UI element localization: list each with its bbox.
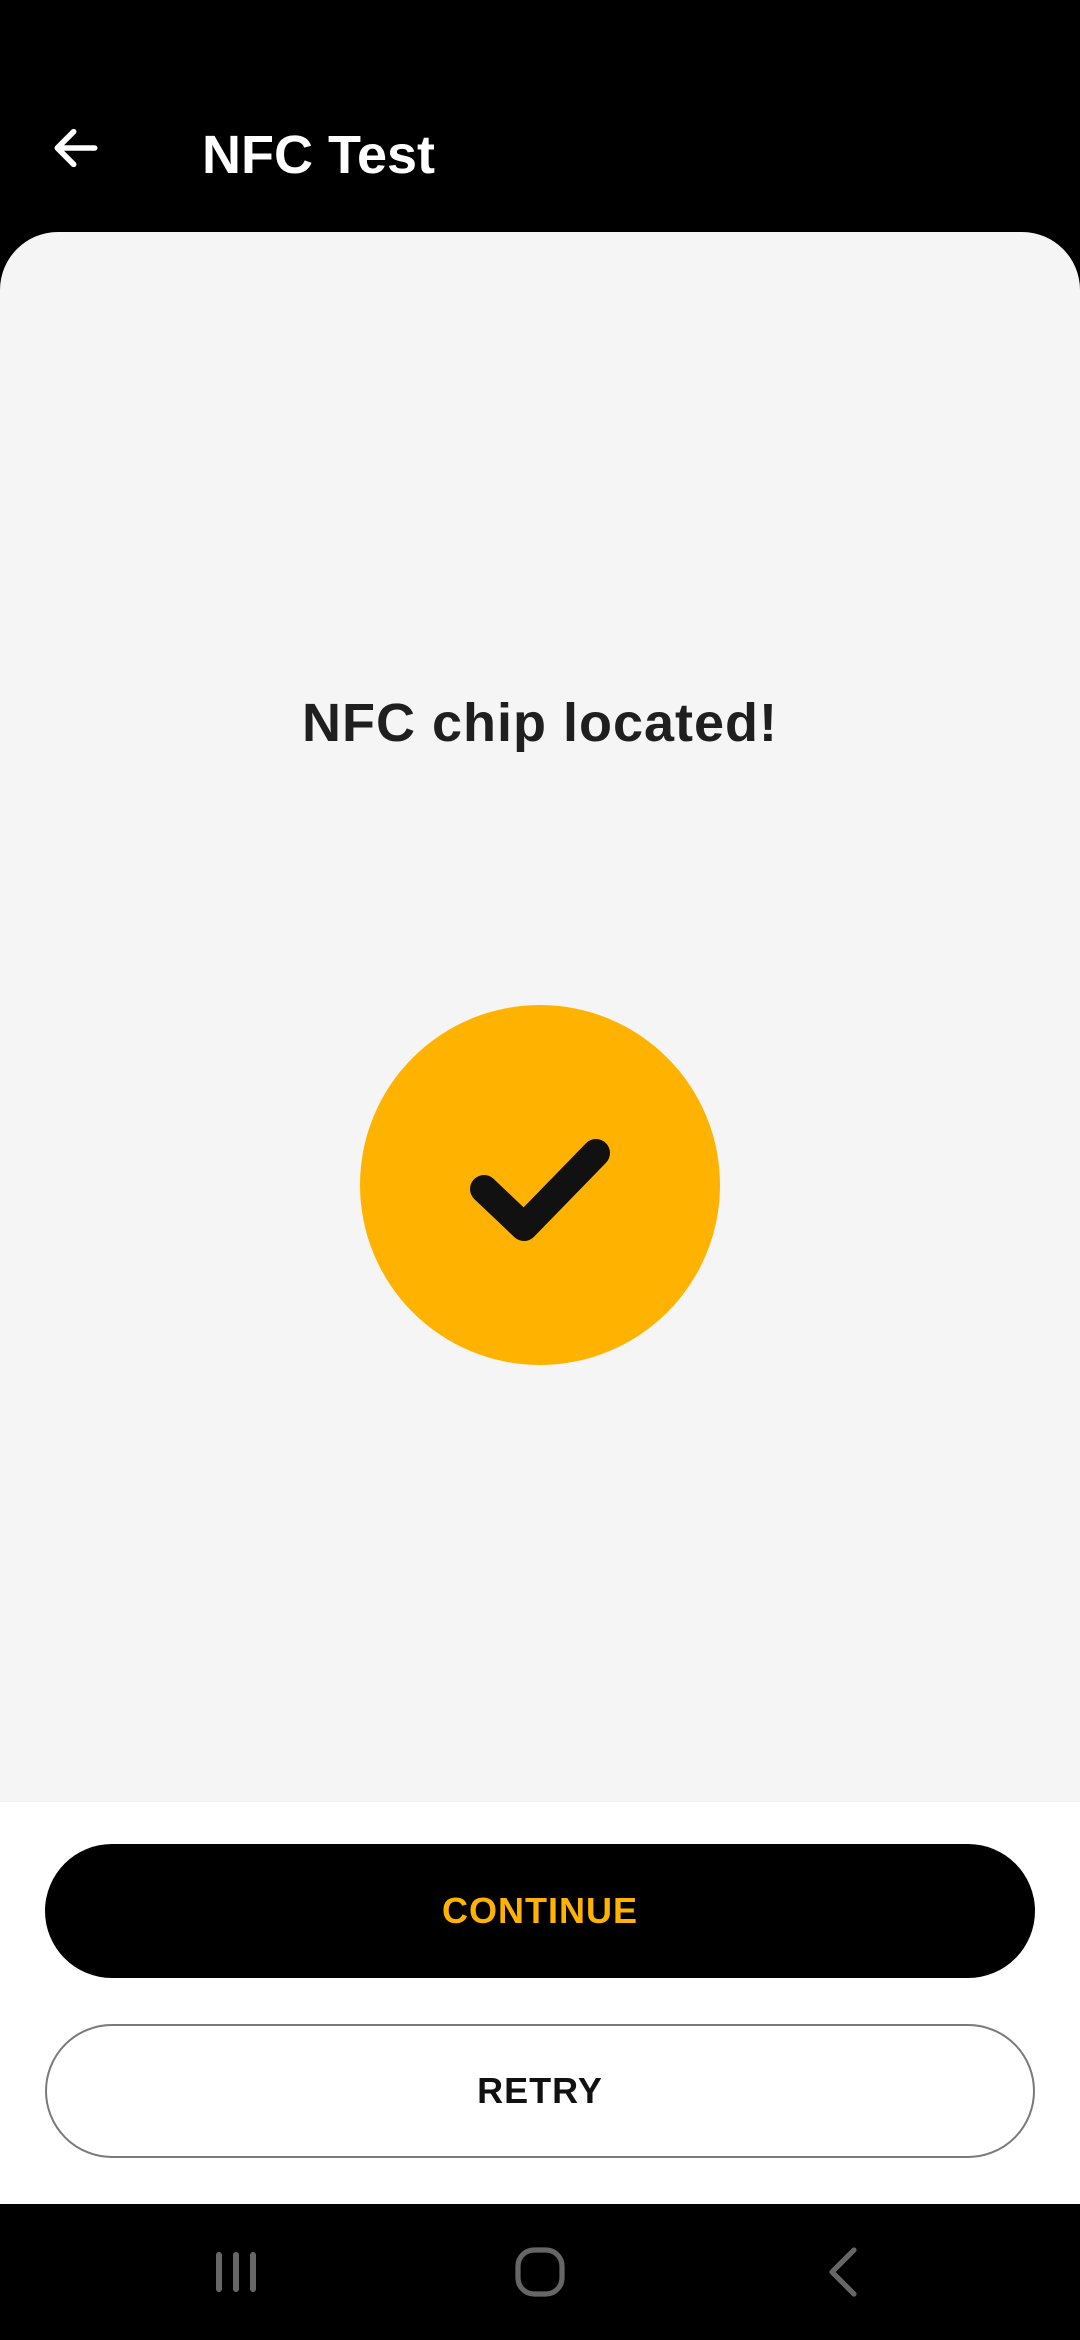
- back-chevron-icon: [829, 2247, 857, 2297]
- page-title: NFC Test: [202, 125, 436, 185]
- recents-button[interactable]: [186, 2232, 286, 2312]
- success-badge: [360, 1005, 720, 1365]
- back-button[interactable]: [40, 112, 112, 184]
- app-bar: NFC Test: [0, 0, 1080, 232]
- system-back-button[interactable]: [794, 2232, 894, 2312]
- home-button[interactable]: [490, 2232, 590, 2312]
- status-heading: NFC chip located!: [301, 693, 779, 753]
- home-icon: [515, 2247, 565, 2297]
- screen: NFC Test NFC chip located! CONTINUE RETR…: [0, 0, 1080, 2340]
- recents-icon: [216, 2252, 256, 2292]
- checkmark-icon: [470, 1139, 610, 1241]
- system-navigation-bar: [0, 2204, 1080, 2340]
- retry-button[interactable]: RETRY: [45, 2024, 1035, 2158]
- arrow-left-icon: [54, 128, 98, 168]
- content-card: NFC chip located!: [0, 232, 1080, 1802]
- action-area: CONTINUE RETRY: [0, 1802, 1080, 2204]
- continue-button[interactable]: CONTINUE: [45, 1844, 1035, 1978]
